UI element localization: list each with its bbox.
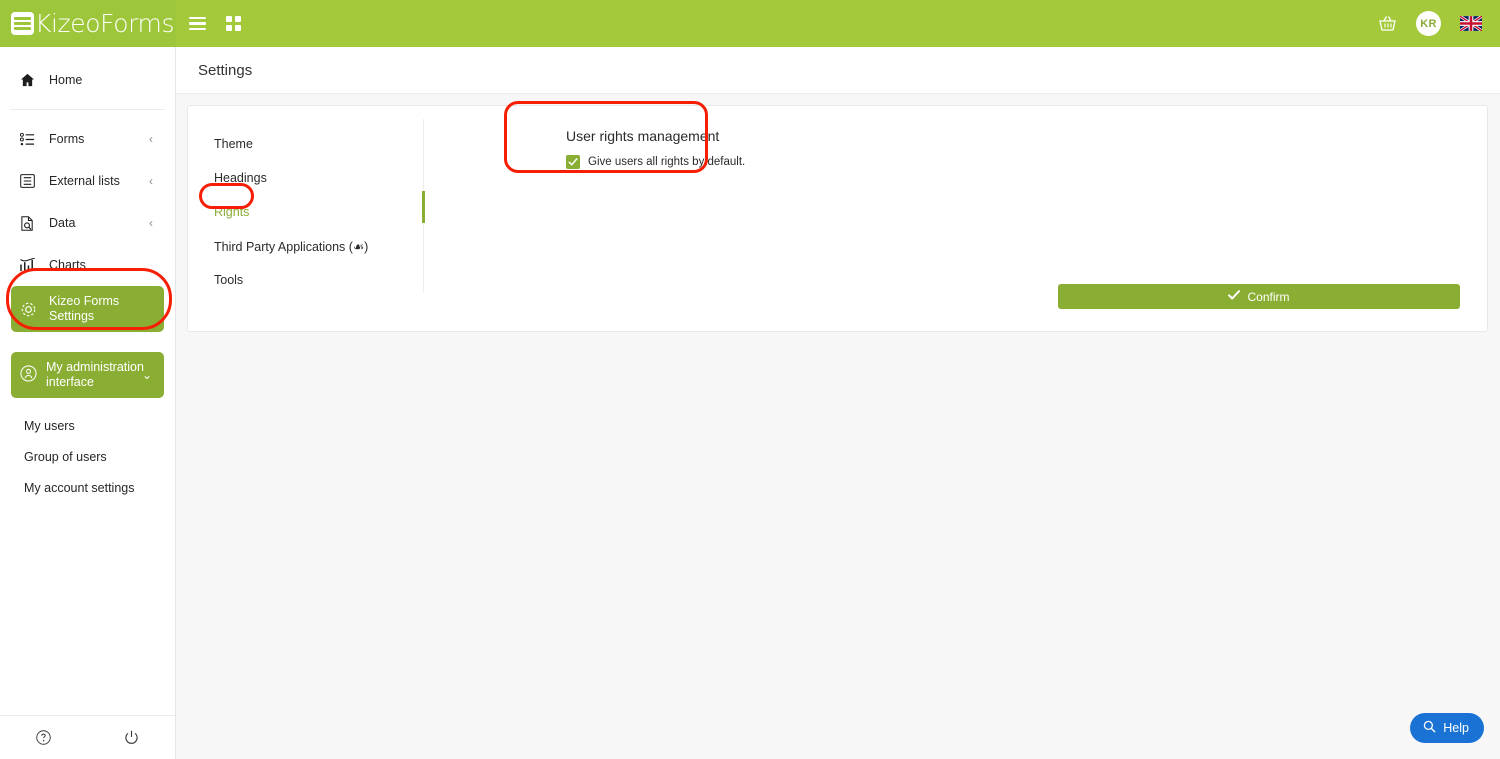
admin-label-line2: interface — [46, 375, 94, 389]
power-logout-icon[interactable] — [88, 730, 176, 745]
forms-list-icon — [20, 132, 40, 146]
sidebar: Home Forms ‹ External lists ‹ Data ‹ Cha… — [0, 47, 176, 759]
search-icon — [1423, 720, 1436, 736]
external-lists-icon — [20, 174, 40, 188]
sidebar-item-label: Charts — [49, 258, 86, 272]
confirm-button-label: Confirm — [1247, 289, 1290, 304]
tab-headings[interactable]: Headings — [188, 161, 424, 195]
sidebar-settings-label: Kizeo Forms Settings — [49, 294, 119, 324]
top-header-bar: KizeoForms KR — [0, 0, 1500, 47]
sidebar-item-label: External lists — [49, 174, 120, 188]
chevron-down-icon[interactable]: ⌄ — [142, 368, 152, 382]
sidebar-footer — [0, 715, 175, 759]
chevron-left-icon[interactable]: ‹ — [149, 217, 153, 229]
check-icon — [1228, 289, 1241, 304]
sidebar-item-home[interactable]: Home — [0, 59, 175, 101]
sidebar-item-label: Data — [49, 216, 76, 230]
brand-name: KizeoForms — [35, 9, 175, 38]
admin-label: My administration interface — [46, 360, 144, 390]
rights-section-title: User rights management — [566, 128, 720, 144]
bar-chart-icon — [20, 258, 40, 272]
give-all-rights-row[interactable]: Give users all rights by default. — [566, 155, 745, 169]
grid-apps-icon[interactable] — [226, 16, 241, 31]
brand-logo[interactable]: KizeoForms — [0, 0, 176, 47]
sidebar-item-label: Home — [49, 73, 83, 87]
tab-theme[interactable]: Theme — [188, 127, 424, 161]
settings-label-line1: Kizeo Forms — [49, 294, 120, 309]
sidebar-item-my-administration-interface[interactable]: My administration interface ⌄ — [11, 352, 164, 398]
user-circle-icon — [20, 365, 37, 386]
give-all-rights-checkbox[interactable] — [566, 155, 580, 169]
sidebar-subitem-my-users[interactable]: My users — [0, 410, 175, 441]
tab-rights[interactable]: Rights — [188, 195, 424, 229]
sidebar-subitem-my-account-settings[interactable]: My account settings — [0, 472, 175, 503]
page-header: Settings — [176, 47, 1500, 94]
hamburger-icon[interactable] — [189, 17, 206, 30]
settings-label-line2: Settings — [49, 309, 95, 323]
sidebar-item-charts[interactable]: Charts — [0, 244, 175, 286]
main-content: Settings Theme Headings Rights Third Par… — [176, 47, 1500, 759]
chevron-left-icon[interactable]: ‹ — [149, 133, 153, 145]
admin-label-line1: My administration — [46, 360, 144, 375]
chevron-left-icon[interactable]: ‹ — [149, 175, 153, 187]
tab-third-party-applications[interactable]: Third Party Applications (☙) — [188, 229, 424, 263]
list-logo-icon — [11, 12, 34, 35]
home-icon — [20, 73, 40, 87]
gear-icon — [20, 301, 40, 318]
avatar[interactable]: KR — [1416, 11, 1441, 36]
shopping-basket-icon[interactable] — [1378, 15, 1397, 33]
user-rights-management-block: User rights management Give users all ri… — [566, 128, 745, 169]
tab-tools[interactable]: Tools — [188, 263, 424, 297]
help-button-label: Help — [1443, 721, 1469, 735]
question-circle-icon[interactable] — [0, 730, 88, 745]
sidebar-item-forms[interactable]: Forms ‹ — [0, 118, 175, 160]
sidebar-divider — [10, 109, 165, 110]
data-search-icon — [20, 215, 40, 231]
sidebar-item-data[interactable]: Data ‹ — [0, 202, 175, 244]
help-button[interactable]: Help — [1410, 713, 1484, 743]
sidebar-item-label: Forms — [49, 132, 85, 146]
sidebar-item-kizeo-forms-settings[interactable]: Kizeo Forms Settings — [11, 286, 164, 332]
sidebar-subitem-group-of-users[interactable]: Group of users — [0, 441, 175, 472]
confirm-button[interactable]: Confirm — [1058, 284, 1460, 309]
rights-content-area: User rights management Give users all ri… — [424, 106, 1487, 331]
settings-panel: Theme Headings Rights Third Party Applic… — [187, 105, 1488, 332]
give-all-rights-label: Give users all rights by default. — [588, 156, 746, 168]
settings-tab-list: Theme Headings Rights Third Party Applic… — [188, 106, 425, 331]
page-title: Settings — [198, 61, 253, 79]
uk-flag-icon[interactable] — [1460, 16, 1482, 31]
sidebar-item-external-lists[interactable]: External lists ‹ — [0, 160, 175, 202]
